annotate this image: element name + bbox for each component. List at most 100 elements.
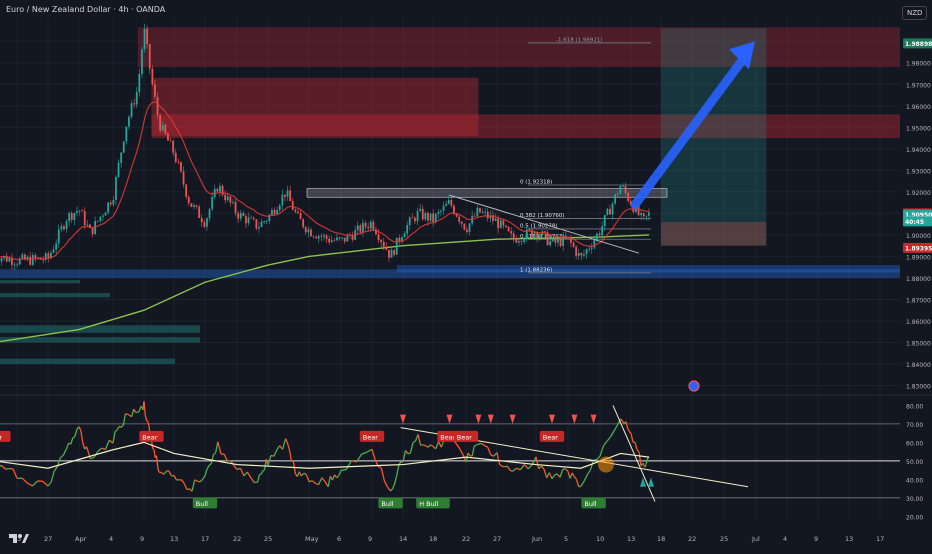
rsi-line-segment [125,414,127,415]
candle-body [261,222,263,227]
candle-body [367,227,369,228]
price-tick-label: 1.89000 [906,254,931,261]
candle-body [193,205,195,207]
candle-body [411,218,413,219]
candle-body [346,235,348,242]
candle-body [250,218,252,219]
time-tick-label: 9 [368,535,372,543]
candle-body [81,211,83,212]
candle-body [549,241,551,245]
candle-body [612,203,614,214]
candle-body [591,247,593,249]
candle-body [248,218,250,224]
candle-body [133,103,135,104]
candle-body [518,241,520,242]
candle-body [575,247,577,256]
candle-body [123,141,125,152]
candle-body [474,216,476,217]
time-tick-label: 5 [564,535,568,543]
price-tick-label: 1.84000 [906,362,931,369]
candle-body [427,213,429,221]
candle-body [68,213,70,221]
candle-body [513,234,515,240]
candle-body [331,240,333,242]
price-tick-label: 1.86000 [906,319,931,326]
candle-body [190,203,192,207]
candle-body [16,264,18,265]
currency-badge[interactable]: NZD [902,6,927,20]
candle-body [86,225,88,226]
time-tick-label: 4 [109,535,113,543]
candle-body [417,211,419,221]
candle-body [146,29,148,45]
rsi-tick-label: 20.00 [906,514,923,521]
rsi-tick-label: 80.00 [906,403,923,410]
candle-body [554,238,556,242]
candle-body [32,255,34,265]
candle-body [229,196,231,202]
candle-body [164,125,166,134]
divergence-label-text: Bull [584,500,596,508]
candle-body [627,193,629,201]
candle-body [21,255,23,259]
candle-body [313,236,315,237]
candle-body [453,206,455,214]
candle-body [284,195,286,197]
divergence-label-text: Bear [142,433,157,441]
candle-body [606,209,608,215]
candle-body [396,238,398,255]
candle-body [422,209,424,220]
rsi-tick-label: 60.00 [906,440,923,447]
candle-body [370,222,372,229]
price-tick-label: 1.96000 [906,104,931,111]
candle-body [320,236,322,237]
candle-body [318,236,320,238]
candle-body [102,216,104,217]
candle-body [73,213,75,220]
candle-body [97,221,99,222]
candle-body [352,236,354,240]
candle-body [177,162,179,163]
candle-body [450,200,452,206]
price-tick-label: 1.92000 [906,190,931,197]
candle-body [237,213,239,218]
candle-body [645,216,647,217]
candle-body [362,223,364,233]
candle-body [188,197,190,203]
price-axis-label-text: 1.98898 [905,41,932,48]
candle-body [539,235,541,237]
rsi-line-segment [259,474,261,475]
rsi-tick-label: 50.00 [906,459,923,466]
candle-body [271,210,273,215]
candle-body [216,189,218,192]
time-tick-label: 17 [201,535,209,543]
candle-body [149,44,151,68]
candle-body [365,223,367,227]
candle-body [391,250,393,258]
candle-body [640,213,642,215]
price-tick-label: 1.83000 [906,384,931,391]
time-tick-label: Apr [75,535,87,543]
candle-body [180,162,182,171]
trading-chart[interactable]: 1.990001.980001.970001.960001.950001.940… [0,0,932,550]
candle-body [71,213,73,220]
time-tick-label: 25 [264,535,272,543]
candle-body [596,234,598,240]
time-tick-label: Jun [531,535,542,543]
candle-body [185,185,187,197]
candle-body [466,230,468,232]
candle-body [469,223,471,232]
candle-body [274,210,276,214]
candle-body [222,186,224,195]
time-tick-label: 27 [44,535,52,543]
candle-body [11,258,13,265]
candle-body [305,227,307,232]
rsi-line-segment [263,470,265,471]
fib-label: 0.382 (1.90760) [520,213,565,219]
candle-body [482,212,484,213]
candle-body [580,253,582,256]
time-tick-label: 27 [493,535,501,543]
candle-body [458,217,460,222]
candle-body [92,228,94,234]
candle-body [300,213,302,219]
